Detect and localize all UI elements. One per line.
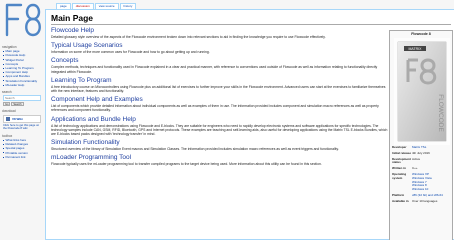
infobox-row-operating-system: Operating system Windows XP Windows Vist… bbox=[392, 171, 452, 192]
infobox-key: Platform bbox=[392, 192, 405, 197]
section-heading[interactable]: mLoader Programming Tool bbox=[51, 153, 389, 162]
infobox-value: C++ bbox=[412, 166, 418, 171]
page-title: Main Page bbox=[51, 13, 94, 23]
section-body: Flowcode typically uses the mLoader prog… bbox=[51, 162, 322, 167]
infobox-row-written-in: Written in C++ bbox=[392, 166, 452, 171]
infobox-table: Developer Matrix TSL Initial release 4th… bbox=[392, 145, 452, 206]
infobox-value: 4th July 2016 bbox=[412, 150, 430, 155]
section-heading[interactable]: Learning To Program bbox=[51, 76, 389, 85]
flowcode-logo[interactable] bbox=[3, 2, 47, 38]
flowcode-box-image[interactable]: MATRIX FLOWCODE bbox=[394, 38, 450, 145]
section-mloader: mLoader Programming Tool Flowcode typica… bbox=[51, 153, 389, 166]
infobox-title: Flowcode 8 bbox=[411, 32, 431, 36]
section-body: Information on some of the more common u… bbox=[51, 50, 210, 55]
section-body: A free introductory course on Microcontr… bbox=[51, 84, 386, 94]
navigation-portal: Main page Flowcode Help Widget Portal Co… bbox=[3, 49, 45, 87]
infobox-row-initial-release: Initial release 4th July 2016 bbox=[392, 150, 452, 156]
section-heading[interactable]: Applications and Bundle Help bbox=[51, 115, 389, 124]
section-heading[interactable]: Typical Usage Scenarios bbox=[51, 41, 389, 50]
infobox-value: Over 10 languages bbox=[412, 198, 438, 203]
infobox-key: Developer bbox=[392, 145, 407, 149]
infobox-value[interactable]: Matrix TSL bbox=[412, 145, 452, 150]
section-applications: Applications and Bundle Help A list of t… bbox=[51, 115, 389, 137]
section-body: Complex methods, techniques and function… bbox=[51, 65, 378, 74]
section-typical-usage: Typical Usage Scenarios Information on s… bbox=[51, 41, 389, 54]
section-learning-to-program: Learning To Program A free introductory … bbox=[51, 76, 389, 93]
infobox-row-developer: Developer Matrix TSL bbox=[392, 145, 452, 150]
section-flowcode-help: Flowcode Help Detailed glossary style ov… bbox=[51, 26, 389, 39]
section-concepts: Concepts Complex methods, techniques and… bbox=[51, 56, 389, 73]
section-simulation: Simulation Functionality Structured over… bbox=[51, 138, 389, 151]
brand-label: MATRIX bbox=[409, 47, 423, 51]
search-heading: search bbox=[2, 90, 12, 95]
software-infobox: Flowcode 8 MATRIX FLOWCODE Developer Mat… bbox=[389, 30, 453, 240]
infobox-row-available-in: Available in Over 10 languages bbox=[392, 198, 452, 204]
flowcode-logo-graphic bbox=[5, 3, 41, 37]
infobox-row-platform: Platform x86 (32 bit) and x86-64 bbox=[392, 192, 452, 198]
v8-wiki-label: V8 Wiki bbox=[12, 116, 23, 121]
sidebar: navigation Main page Flowcode Help Widge… bbox=[0, 42, 45, 159]
infobox-value: Active bbox=[412, 156, 421, 161]
infobox-key: Development status bbox=[392, 156, 411, 165]
section-body: Detailed glossary style overview of the … bbox=[51, 35, 326, 39]
title-divider bbox=[51, 24, 451, 25]
wiki-icon bbox=[6, 116, 10, 121]
section-heading[interactable]: Flowcode Help bbox=[51, 26, 389, 35]
search-input[interactable] bbox=[3, 95, 41, 102]
section-body: Structured overview of the library of Si… bbox=[51, 147, 339, 152]
go-button[interactable]: Go bbox=[3, 102, 11, 107]
section-component-help: Component Help and Examples List of comp… bbox=[51, 95, 389, 112]
main-column: Flowcode Help Detailed glossary style ov… bbox=[51, 26, 389, 169]
product-box-graphic: MATRIX FLOWCODE bbox=[397, 41, 447, 142]
download-text-link[interactable]: Click here to get this page on the Flowc… bbox=[3, 123, 43, 131]
toolbox-portal: What links here Related changes Special … bbox=[3, 138, 45, 159]
infobox-value[interactable]: x86 (32 bit) and x86-64 bbox=[412, 193, 452, 198]
infobox-row-development-status: Development status Active bbox=[392, 156, 452, 166]
v8-wiki-link[interactable]: V8 Wiki bbox=[3, 114, 41, 123]
section-heading[interactable]: Component Help and Examples bbox=[51, 95, 389, 104]
infobox-key: Available in bbox=[392, 198, 409, 203]
content-area: Main Page Flowcode Help Detailed glossar… bbox=[45, 9, 454, 240]
infobox-value-list: Windows XP Windows Vista Windows 7 Windo… bbox=[412, 172, 452, 192]
search-buttons: Go Search bbox=[3, 102, 45, 107]
infobox-key: Operating system bbox=[392, 171, 407, 180]
os-windows-10[interactable]: Windows 10 bbox=[412, 187, 452, 192]
section-body: List of components which provide detaile… bbox=[51, 104, 379, 113]
download-heading: download bbox=[2, 109, 16, 114]
toolbox-item-permanent-link[interactable]: Permanent link bbox=[3, 155, 45, 159]
search-button[interactable]: Search bbox=[11, 102, 24, 107]
section-heading[interactable]: Simulation Functionality bbox=[51, 138, 389, 147]
section-heading[interactable]: Concepts bbox=[51, 56, 389, 65]
infobox-key: Initial release bbox=[392, 150, 412, 155]
box-text: FLOWCODE bbox=[437, 94, 444, 132]
section-body: A list of technology applications and de… bbox=[51, 123, 388, 137]
nav-item-mloader-help[interactable]: MLoader Help bbox=[3, 83, 45, 87]
infobox-key: Written in bbox=[392, 166, 406, 171]
